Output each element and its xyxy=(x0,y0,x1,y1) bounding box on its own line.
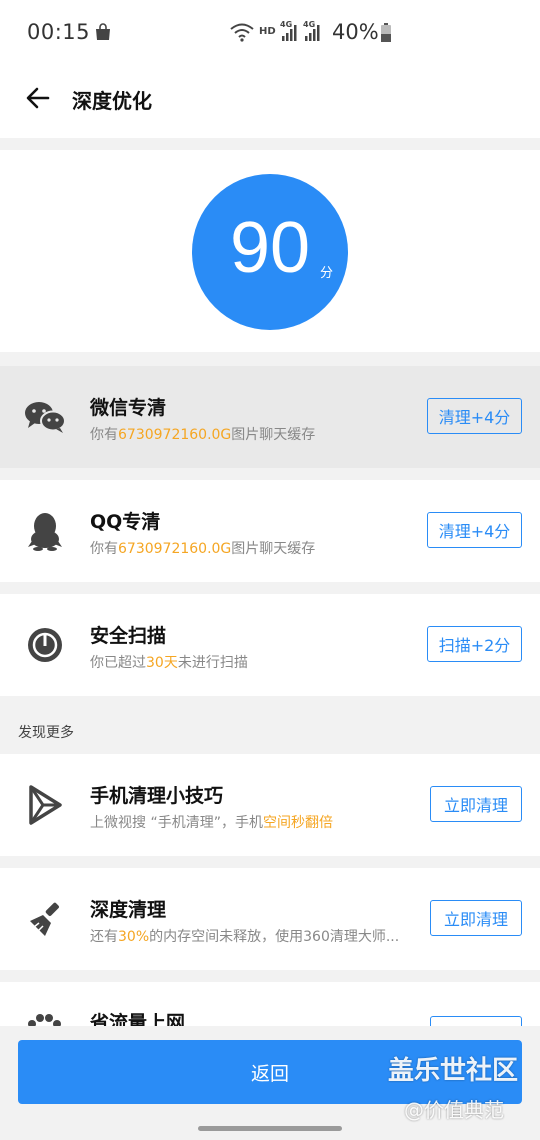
watermark-title: 盖乐世社区 xyxy=(388,1056,519,1086)
card-title: 微信专清 xyxy=(90,397,167,419)
deep-clean-card[interactable]: 深度清理 还有30%的内存空间未释放，使用360清理大师... 立即清理 xyxy=(0,868,540,970)
signal-icon xyxy=(303,22,323,46)
score-unit: 分 xyxy=(320,266,334,281)
paw-icon xyxy=(26,1012,62,1026)
card-subtitle: 你有6730972160.0G图片聊天缓存 xyxy=(90,541,316,557)
signal-icon xyxy=(280,22,300,46)
status-bar: 00:15 HD 4G 4G 40% xyxy=(0,0,540,66)
back-button[interactable] xyxy=(20,82,56,118)
tips-clean-button[interactable]: 立即清理 xyxy=(430,786,522,822)
section-discover-more: 发现更多 xyxy=(18,725,74,741)
phone-tips-card[interactable]: 手机清理小技巧 上微视搜 “手机清理”，手机空间秒翻倍 立即清理 xyxy=(0,754,540,856)
data-saving-button[interactable] xyxy=(430,1016,522,1026)
qq-icon xyxy=(22,511,68,551)
score-circle: 90 分 xyxy=(192,174,348,330)
page-title: 深度优化 xyxy=(72,89,152,113)
watermark-handle: @价值典范 xyxy=(404,1098,504,1122)
card-title: 省流量上网 xyxy=(90,1012,186,1026)
security-scan-card[interactable]: 安全扫描 你已超过30天未进行扫描 扫描+2分 xyxy=(0,594,540,696)
home-indicator[interactable] xyxy=(198,1126,342,1131)
wechat-clean-card[interactable]: 微信专清 你有6730972160.0G图片聊天缓存 清理+4分 xyxy=(0,366,540,468)
shopping-bag-icon xyxy=(94,23,112,45)
card-subtitle: 还有30%的内存空间未释放，使用360清理大师... xyxy=(90,929,400,945)
play-icon xyxy=(22,785,68,825)
deep-clean-button[interactable]: 立即清理 xyxy=(430,900,522,936)
data-saving-card[interactable]: 省流量上网 xyxy=(0,982,540,1026)
status-time: 00:15 xyxy=(27,20,91,44)
card-title: QQ专清 xyxy=(90,511,161,533)
app-header: 深度优化 xyxy=(0,66,540,138)
hd-label: HD xyxy=(259,26,276,37)
card-subtitle: 你有6730972160.0G图片聊天缓存 xyxy=(90,427,316,443)
broom-icon xyxy=(22,899,68,939)
card-title: 深度清理 xyxy=(90,899,167,921)
card-title: 安全扫描 xyxy=(90,625,167,647)
battery-percent: 40% xyxy=(332,20,379,44)
qq-clean-card[interactable]: QQ专清 你有6730972160.0G图片聊天缓存 清理+4分 xyxy=(0,480,540,582)
qq-clean-button[interactable]: 清理+4分 xyxy=(427,512,522,548)
security-scan-button[interactable]: 扫描+2分 xyxy=(427,626,522,662)
score-card: 90 分 xyxy=(0,150,540,352)
arrow-left-icon xyxy=(24,84,52,116)
card-title: 手机清理小技巧 xyxy=(90,785,224,807)
wechat-clean-button[interactable]: 清理+4分 xyxy=(427,398,522,434)
card-subtitle: 上微视搜 “手机清理”，手机空间秒翻倍 xyxy=(90,815,333,831)
scan-icon xyxy=(22,625,68,665)
wechat-icon xyxy=(22,397,68,437)
wifi-icon xyxy=(229,23,255,47)
battery-icon xyxy=(380,23,392,47)
card-subtitle: 你已超过30天未进行扫描 xyxy=(90,655,248,671)
